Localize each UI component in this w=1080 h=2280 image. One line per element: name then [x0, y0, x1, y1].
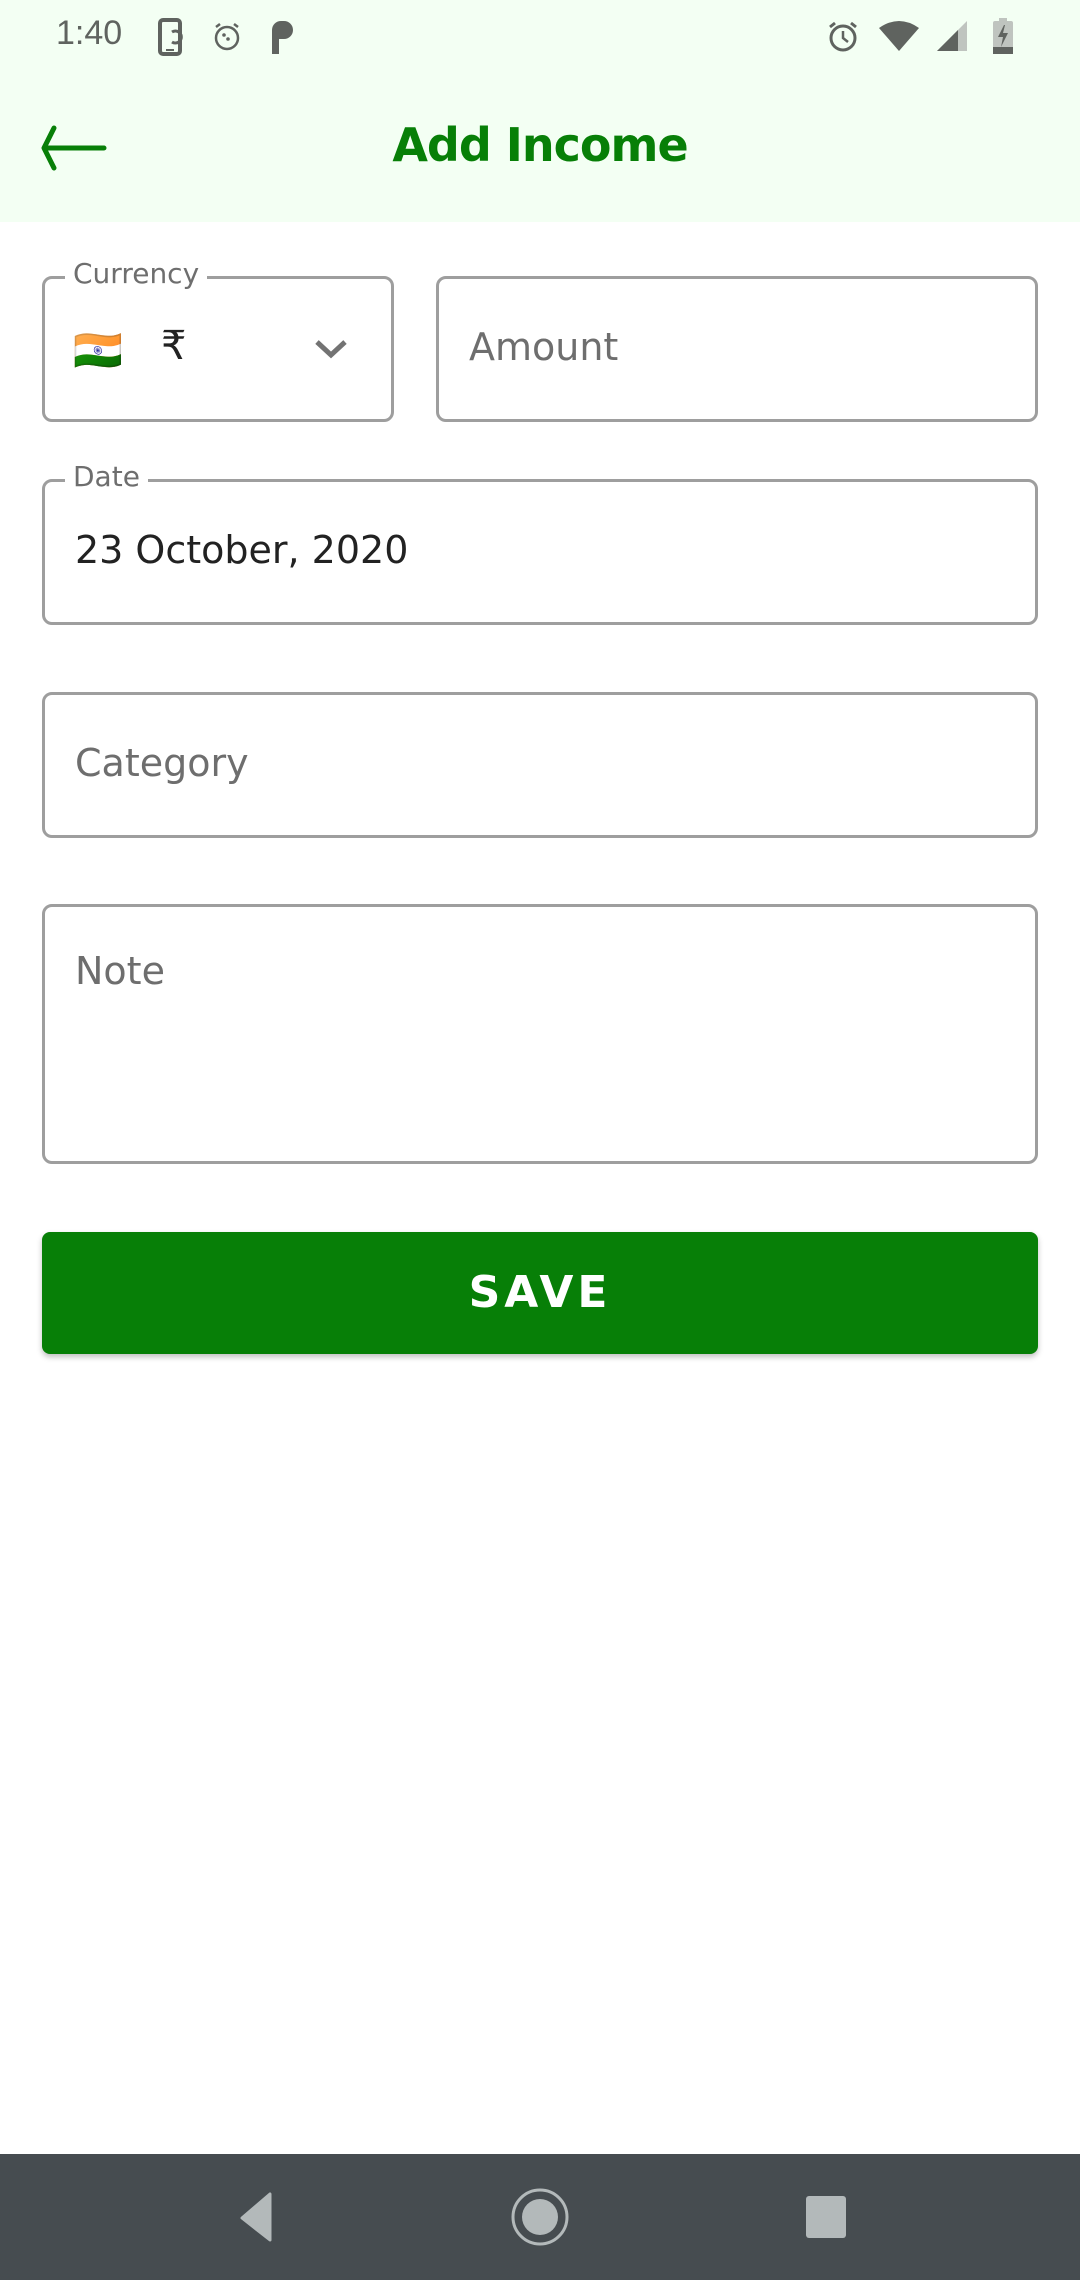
- date-label: Date: [65, 460, 148, 493]
- category-placeholder: Category: [75, 741, 249, 785]
- status-time: 1:40: [56, 14, 123, 52]
- date-field[interactable]: Date 23 October, 2020: [42, 460, 1038, 625]
- parking-icon: [272, 21, 293, 54]
- nav-back-icon[interactable]: [220, 2182, 300, 2252]
- chevron-down-icon[interactable]: [313, 337, 349, 361]
- currency-symbol: ₹: [161, 323, 187, 369]
- alarm-icon: [214, 23, 240, 51]
- nav-recents-icon[interactable]: [786, 2182, 866, 2252]
- app-bar: Add Income: [0, 74, 1080, 222]
- currency-select[interactable]: Currency 🇮🇳 ₹: [42, 257, 394, 422]
- alarm-clock-icon: [829, 21, 857, 52]
- note-textarea[interactable]: Note: [42, 904, 1038, 1164]
- wifi-icon: [879, 21, 919, 51]
- note-placeholder: Note: [75, 949, 165, 993]
- system-nav-bar: [0, 2154, 1080, 2280]
- screen-rotate-icon: [158, 18, 183, 56]
- signal-icon: [937, 21, 967, 51]
- currency-label: Currency: [65, 257, 208, 290]
- india-flag-icon: 🇮🇳: [73, 328, 123, 374]
- date-value: 23 October, 2020: [75, 528, 409, 572]
- battery-charging-icon: [993, 18, 1013, 54]
- category-input[interactable]: Category: [42, 692, 1038, 838]
- amount-input[interactable]: Amount: [436, 276, 1038, 422]
- nav-home-icon[interactable]: [500, 2182, 580, 2252]
- save-button[interactable]: SAVE: [42, 1232, 1038, 1354]
- status-bar: 1:40: [0, 0, 1080, 74]
- page-title: Add Income: [392, 118, 688, 172]
- amount-placeholder: Amount: [469, 325, 619, 369]
